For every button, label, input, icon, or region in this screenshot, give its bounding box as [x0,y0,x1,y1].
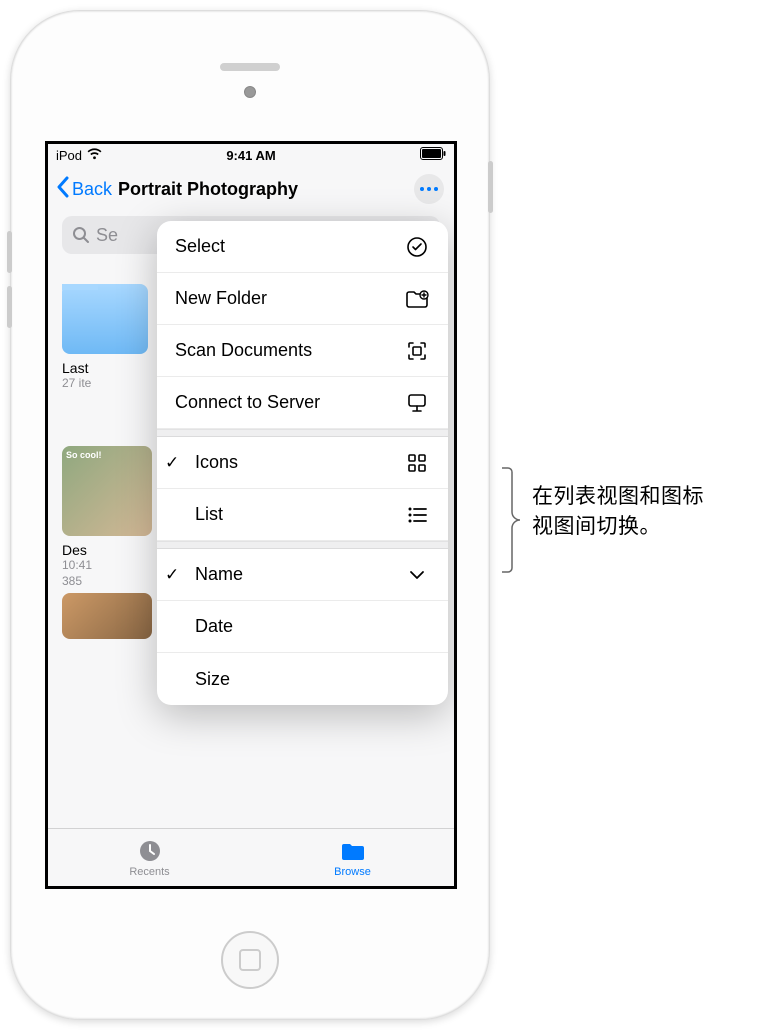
folder-icon [339,838,367,864]
chevron-down-icon [404,570,430,580]
content-area: Se Last 27 ite So cool! Des [48,212,454,828]
tab-label: Recents [129,866,169,878]
photo-time: 10:41 [62,558,152,574]
menu-item-connect-server[interactable]: Connect to Server [157,377,448,429]
more-button[interactable] [414,174,444,204]
battery-icon [420,147,446,163]
new-folder-icon [404,289,430,309]
grid-icon [404,453,430,473]
photo-item[interactable]: So cool! Des 10:41 385 [62,446,152,589]
home-button[interactable] [221,931,279,989]
annotation-text: 在列表视图和图标 视图间切换。 [532,482,704,543]
popup-separator [157,429,448,437]
power-button[interactable] [488,161,493,213]
clock-icon [136,838,164,864]
annotation-callout: 在列表视图和图标 视图间切换。 [500,482,704,576]
select-icon [404,236,430,258]
photo-thumbnail[interactable] [62,593,152,639]
search-icon [72,226,90,244]
folder-meta: 27 ite [62,376,152,390]
folder-name: Last [62,360,152,376]
menu-item-select[interactable]: Select [157,221,448,273]
menu-item-list-view[interactable]: List [157,489,448,541]
annotation-bracket [500,466,520,576]
volume-up-button[interactable] [7,231,12,273]
home-button-icon [239,949,261,971]
photo-size: 385 [62,574,152,590]
search-placeholder: Se [96,225,118,246]
menu-item-scan-documents[interactable]: Scan Documents [157,325,448,377]
menu-item-sort-name[interactable]: ✓ Name [157,549,448,601]
folder-item[interactable]: Last 27 ite [62,284,152,390]
menu-item-sort-date[interactable]: Date [157,601,448,653]
device-speaker [220,63,280,71]
list-icon [404,506,430,524]
options-popup: Select New Folder Scan Documents [157,221,448,705]
device-frame: iPod 9:41 AM Back Portrait Photography [10,10,490,1020]
popup-separator [157,541,448,549]
menu-item-icons-view[interactable]: ✓ Icons [157,437,448,489]
chevron-left-icon [56,176,70,203]
status-bar: iPod 9:41 AM [48,144,454,166]
back-button[interactable]: Back [56,176,112,203]
status-time: 9:41 AM [226,148,275,163]
menu-item-sort-size[interactable]: Size [157,653,448,705]
tab-bar: Recents Browse [48,828,454,886]
more-icon [418,185,440,193]
tab-browse[interactable]: Browse [251,829,454,886]
scan-icon [404,340,430,362]
menu-item-new-folder[interactable]: New Folder [157,273,448,325]
server-icon [404,392,430,414]
wifi-icon [87,148,102,163]
screen: iPod 9:41 AM Back Portrait Photography [45,141,457,889]
device-camera [244,86,256,98]
photo-title: Des [62,542,152,558]
status-device-label: iPod [56,148,82,163]
tab-label: Browse [334,866,371,878]
nav-bar: Back Portrait Photography [48,166,454,212]
photo-thumbnail: So cool! [62,446,152,536]
page-title: Portrait Photography [118,179,298,200]
checkmark-icon: ✓ [165,565,179,585]
volume-down-button[interactable] [7,286,12,328]
tab-recents[interactable]: Recents [48,829,251,886]
checkmark-icon: ✓ [165,453,179,473]
back-label: Back [72,179,112,200]
folder-icon [62,284,148,354]
